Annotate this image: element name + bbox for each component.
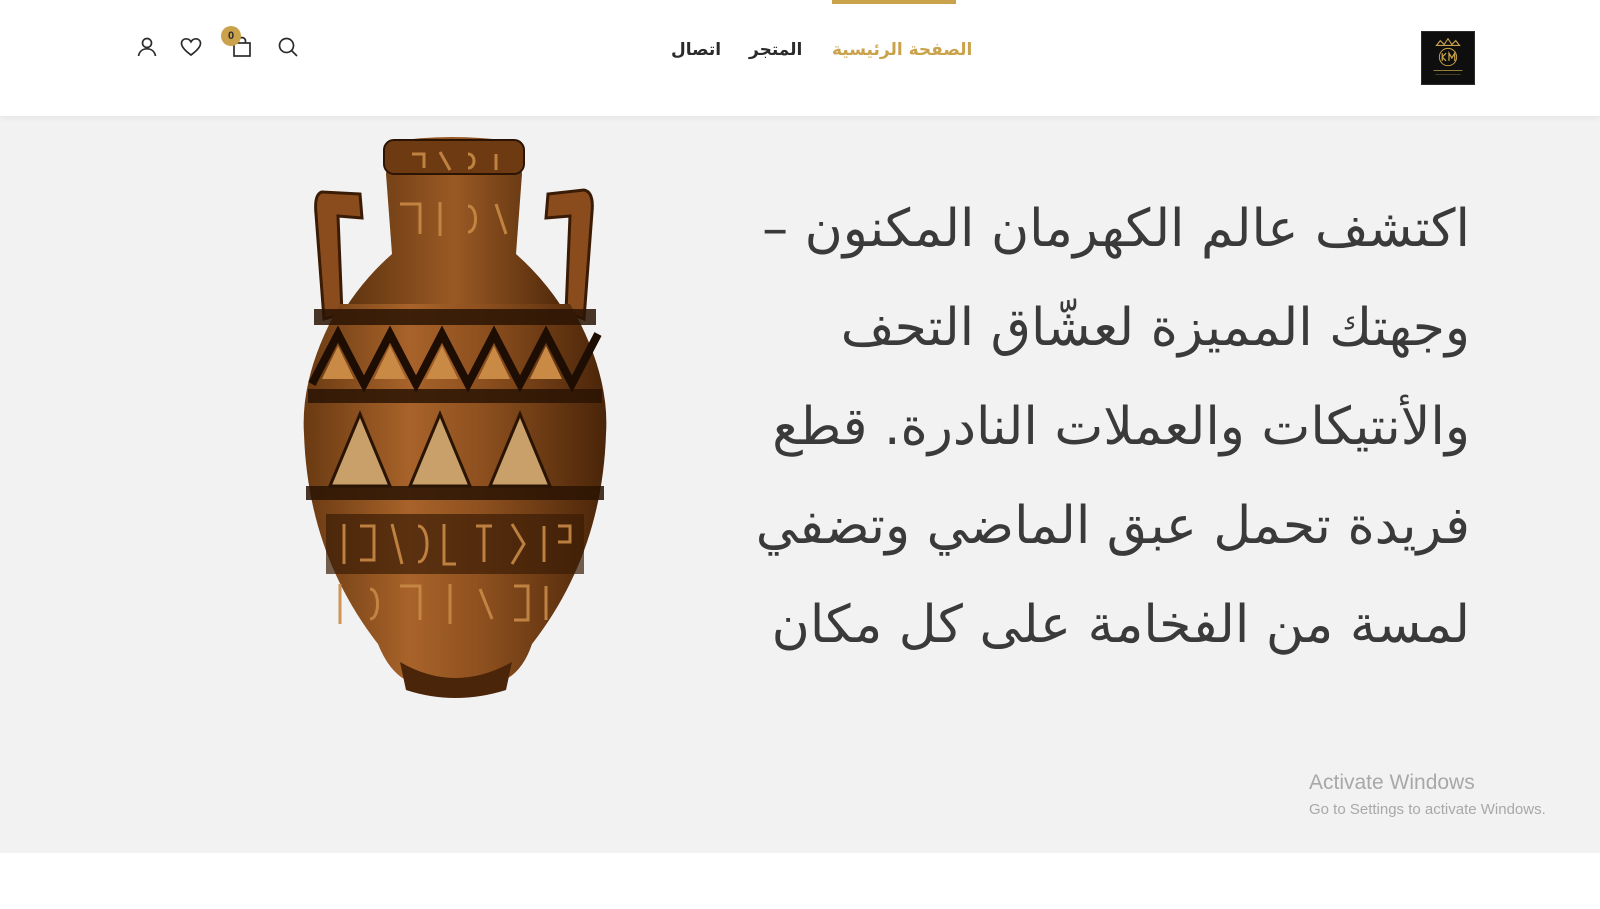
hero-line: اكتشف عالم الكهرمان المكنون – [762, 199, 1470, 259]
page-bottom [0, 853, 1600, 909]
heart-icon [180, 37, 202, 57]
nav-item-home[interactable]: الصفحة الرئيسية [832, 40, 972, 60]
cart-count-badge: 0 [221, 26, 241, 46]
page: الصفحة الرئيسية المتجر اتصال 0 اكتشف عال… [0, 0, 1600, 909]
hero-headline: اكتشف عالم الكهرمان المكنون – وجهتك المم… [740, 180, 1470, 675]
vase-image [300, 134, 610, 706]
nav-active-indicator [832, 0, 956, 4]
hero-line: لمسة من الفخامة على كل مكان [771, 595, 1470, 655]
hero-line: وجهتك المميزة لعشّاق التحف [840, 298, 1470, 358]
site-header: الصفحة الرئيسية المتجر اتصال 0 [0, 0, 1600, 116]
wishlist-button[interactable] [177, 33, 205, 61]
site-logo[interactable] [1421, 31, 1475, 85]
hero-line: والأنتيكات والعملات النادرة. قطع [772, 397, 1470, 457]
search-button[interactable] [274, 33, 302, 61]
amphora-illustration [303, 137, 607, 698]
nav-item-contact[interactable]: اتصال [671, 40, 721, 60]
nav-item-shop[interactable]: المتجر [749, 40, 802, 60]
watermark-title: Activate Windows [1309, 771, 1475, 794]
hero-line: فريدة تحمل عبق الماضي وتضفي [755, 496, 1470, 556]
hero-section: اكتشف عالم الكهرمان المكنون – وجهتك المم… [0, 116, 1600, 853]
user-icon [137, 37, 157, 57]
search-icon [278, 37, 298, 57]
logo-crown-mark [1422, 32, 1474, 84]
account-button[interactable] [133, 33, 161, 61]
watermark-subtitle: Go to Settings to activate Windows. [1309, 801, 1546, 818]
windows-activation-watermark: Activate Windows Go to Settings to activ… [1309, 771, 1546, 818]
